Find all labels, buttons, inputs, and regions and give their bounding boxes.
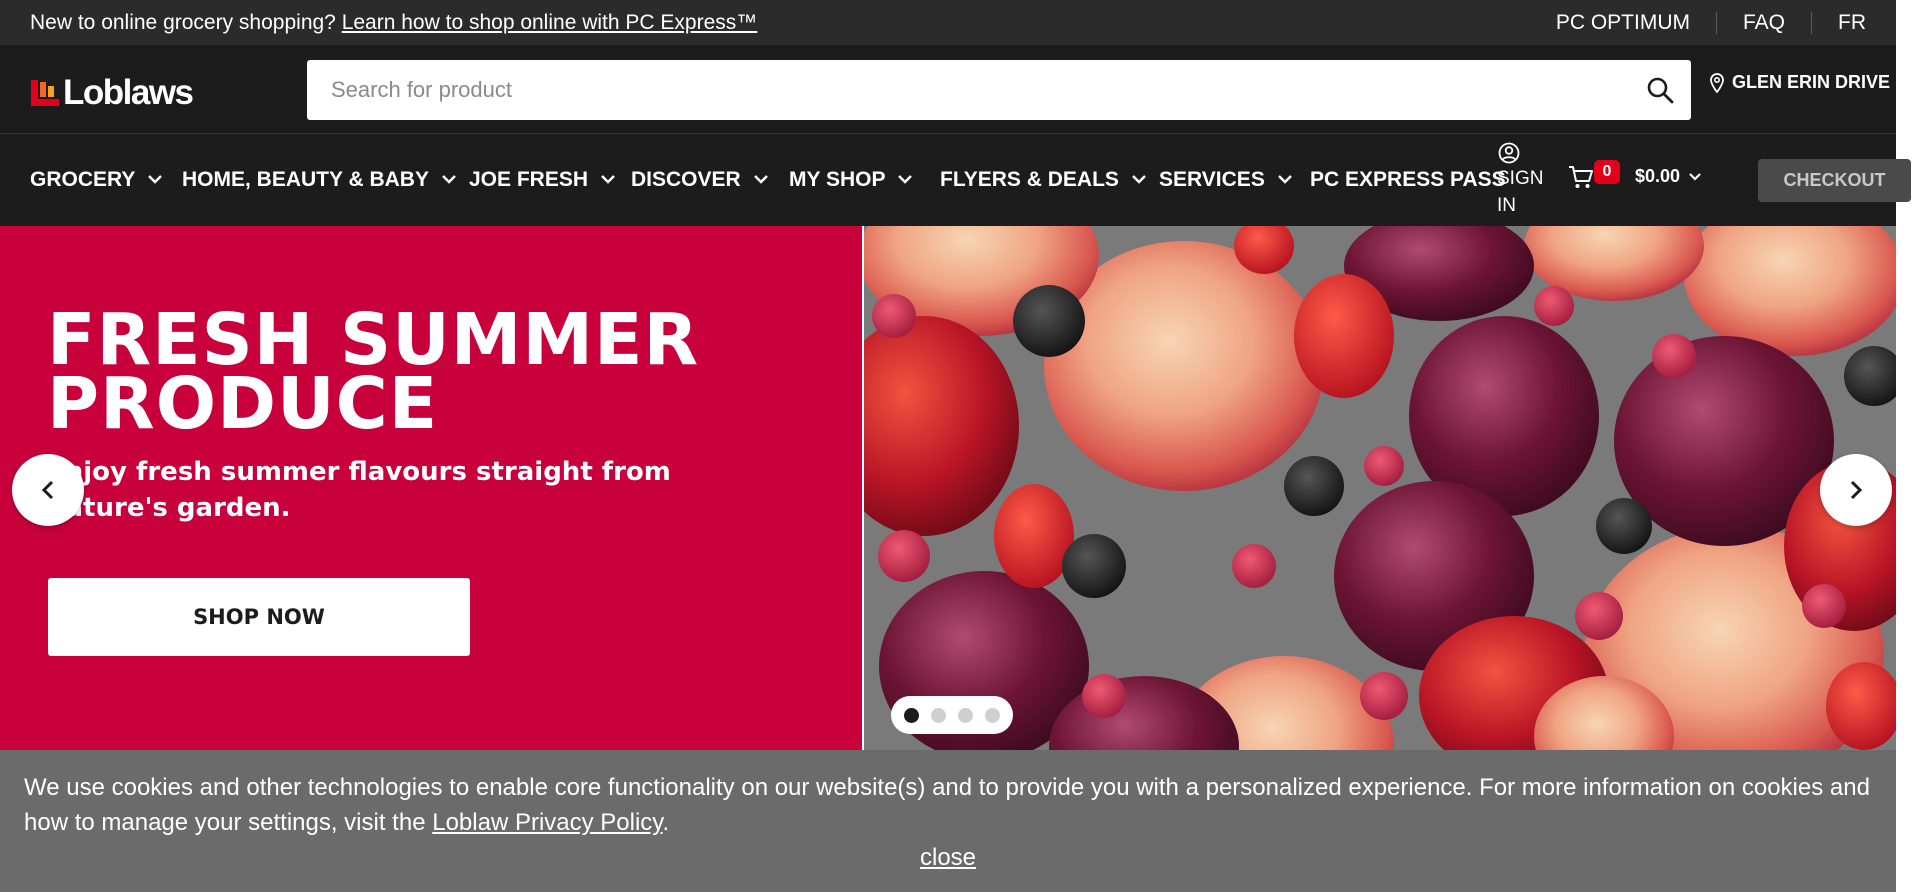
sign-in-button[interactable]: SIGN IN <box>1497 142 1557 219</box>
cart-total-amount: $0.00 <box>1635 166 1681 186</box>
cookie-banner: We use cookies and other technologies to… <box>0 750 1896 892</box>
utility-bar: New to online grocery shopping? Learn ho… <box>0 0 1896 45</box>
carousel-dot[interactable] <box>985 707 1000 723</box>
nav-item-label: HOME, BEAUTY & BABY <box>182 168 429 191</box>
promo-text: New to online grocery shopping? <box>30 10 336 34</box>
carousel-dot[interactable] <box>931 707 946 723</box>
loblaws-logo[interactable]: Loblaws <box>31 73 194 113</box>
nav-item-services[interactable]: SERVICES <box>1159 134 1293 226</box>
main-nav: GROCERY HOME, BEAUTY & BABY JOE FRESH DI… <box>0 134 1911 226</box>
nav-item-label: FLYERS & DEALS <box>940 168 1119 191</box>
shop-now-button[interactable]: SHOP NOW <box>48 578 470 656</box>
nav-item-label: MY SHOP <box>789 168 886 191</box>
chevron-down-icon <box>1277 174 1292 184</box>
carousel-prev-button[interactable] <box>12 454 84 526</box>
search-button[interactable] <box>1629 60 1691 120</box>
sign-in-label: SIGN <box>1497 168 1544 189</box>
chevron-down-icon <box>148 174 163 184</box>
store-name: GLEN ERIN DRIVE <box>1732 72 1891 92</box>
chevron-right-icon <box>1850 480 1863 500</box>
hero-carousel: FRESH SUMMER PRODUCE Enjoy fresh summer … <box>0 226 1896 750</box>
language-toggle-link[interactable]: FR <box>1812 11 1866 35</box>
cart-button[interactable] <box>1568 164 1594 195</box>
chevron-left-icon <box>41 480 54 500</box>
chevron-down-icon <box>753 174 768 184</box>
chevron-down-icon <box>898 174 913 184</box>
chevron-down-icon <box>1132 174 1146 184</box>
nav-item-label: PC EXPRESS PASS <box>1310 168 1506 191</box>
search-bar <box>307 60 1691 120</box>
carousel-dot[interactable] <box>958 707 973 723</box>
store-selector[interactable]: GLEN ERIN DRIVE <box>1710 72 1890 93</box>
nav-item-label: GROCERY <box>30 168 136 191</box>
hero-subtitle: Enjoy fresh summer flavours straight fro… <box>47 457 671 523</box>
nav-item-discover[interactable]: DISCOVER <box>631 134 769 226</box>
promo-message: New to online grocery shopping? Learn ho… <box>30 11 757 35</box>
location-pin-icon <box>1710 72 1724 93</box>
cookie-text-end: . <box>662 809 670 836</box>
chevron-down-icon <box>442 174 456 184</box>
nav-item-grocery[interactable]: GROCERY <box>30 134 163 226</box>
nav-item-label: JOE FRESH <box>469 168 589 191</box>
cart-total-dropdown[interactable]: $0.00 <box>1635 166 1702 187</box>
nav-item-pc-express-pass[interactable]: PC EXPRESS PASS <box>1310 134 1506 226</box>
utility-links: PC OPTIMUM FAQ FR <box>1530 11 1866 35</box>
nav-item-joe-fresh[interactable]: JOE FRESH <box>469 134 616 226</box>
site-header: Loblaws GLEN ERIN DRIVE <box>0 45 1896 134</box>
privacy-policy-link[interactable]: Loblaw Privacy Policy <box>432 809 662 836</box>
nav-item-my-shop[interactable]: MY SHOP <box>789 134 913 226</box>
nav-item-flyers-deals[interactable]: FLYERS & DEALS <box>940 134 1147 226</box>
pc-optimum-link[interactable]: PC OPTIMUM <box>1530 11 1716 35</box>
carousel-pagination <box>891 696 1013 734</box>
hero-title: FRESH SUMMER PRODUCE <box>47 298 700 445</box>
cookie-message: We use cookies and other technologies to… <box>24 770 1884 840</box>
carousel-dot[interactable] <box>904 707 919 723</box>
checkout-button[interactable]: CHECKOUT <box>1758 159 1911 202</box>
hero-panel: FRESH SUMMER PRODUCE Enjoy fresh summer … <box>0 226 862 750</box>
faq-link[interactable]: FAQ <box>1717 11 1811 35</box>
learn-how-link[interactable]: Learn how to shop online with PC Express… <box>342 11 758 34</box>
chevron-down-icon <box>1689 173 1701 181</box>
user-icon <box>1498 142 1520 164</box>
produce-image <box>864 226 1896 750</box>
carousel-next-button[interactable] <box>1820 454 1892 526</box>
cookie-close-wrap: close <box>0 844 1896 872</box>
search-icon <box>1647 77 1674 104</box>
cookie-text: We use cookies and other technologies to… <box>24 774 1870 836</box>
logo-text: Loblaws <box>63 73 194 112</box>
logo-mark-icon <box>31 78 61 108</box>
cart-count-badge: 0 <box>1594 160 1620 184</box>
cart-icon <box>1569 166 1593 188</box>
chevron-down-icon <box>601 174 615 184</box>
nav-item-label: SERVICES <box>1159 168 1265 191</box>
sign-in-label: IN <box>1497 195 1516 216</box>
nav-item-home-beauty-baby[interactable]: HOME, BEAUTY & BABY <box>182 134 457 226</box>
cookie-close-link[interactable]: close <box>920 844 976 871</box>
search-input[interactable] <box>307 60 1629 120</box>
nav-item-label: DISCOVER <box>631 168 741 191</box>
